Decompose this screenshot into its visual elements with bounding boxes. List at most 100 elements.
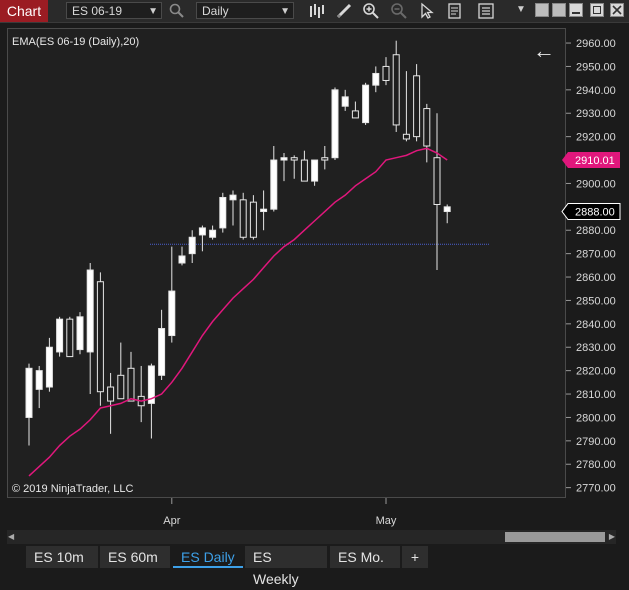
x-tick-label: May xyxy=(376,515,397,527)
candle xyxy=(219,192,227,233)
candle xyxy=(341,89,349,111)
candle xyxy=(413,64,421,142)
candle-body xyxy=(117,374,125,400)
candle xyxy=(127,351,135,402)
tab-es-10m[interactable]: ES 10m xyxy=(26,546,98,568)
candle xyxy=(178,246,186,266)
y-tick-label: 2880.00 xyxy=(576,225,616,237)
candle-body xyxy=(188,236,196,255)
y-tick-label: 2920.00 xyxy=(576,132,616,144)
candle-body xyxy=(168,290,176,337)
tab-es-60m[interactable]: ES 60m xyxy=(100,546,170,568)
candle xyxy=(433,113,441,271)
scrollbar-thumb[interactable] xyxy=(505,532,605,542)
candle-body xyxy=(413,75,421,138)
y-tick-label: 2900.00 xyxy=(576,178,616,190)
y-tick-label: 2950.00 xyxy=(576,61,616,73)
add-tab-button[interactable]: + xyxy=(402,546,428,568)
candle xyxy=(209,225,217,240)
candle-body xyxy=(433,157,441,205)
candle-body xyxy=(321,157,329,161)
price-chart[interactable]: 2960.00 2950.00 2940.00 2930.00 2920.00 2910.… xyxy=(0,0,629,530)
candle-body xyxy=(35,370,43,390)
candle-body xyxy=(443,206,451,213)
candle-body xyxy=(260,208,268,213)
y-tick-label: 2960.00 xyxy=(576,38,616,50)
candle xyxy=(188,230,196,263)
candle-body xyxy=(158,328,166,376)
candle-body xyxy=(209,229,217,238)
y-tick-label: 2810.00 xyxy=(576,389,616,401)
y-tick-label: 2770.00 xyxy=(576,483,616,495)
candle-body xyxy=(107,386,115,402)
chart-tabs: ES 10m ES 60m ES Daily ES Weekly ES Mo. … xyxy=(0,546,629,587)
candle xyxy=(86,263,94,395)
y-tick-label: 2940.00 xyxy=(576,85,616,97)
candle xyxy=(45,337,53,392)
candle xyxy=(25,363,33,446)
candle-body xyxy=(127,367,135,402)
candle xyxy=(311,159,319,186)
candle-body xyxy=(45,346,53,388)
candle-body xyxy=(270,159,278,210)
candle-body xyxy=(178,255,186,264)
candle xyxy=(198,225,206,252)
candle xyxy=(362,82,370,125)
candle-body xyxy=(392,54,400,126)
y-tick-label: 2930.00 xyxy=(576,108,616,120)
candle xyxy=(331,87,339,161)
candle-body xyxy=(382,65,390,81)
candle xyxy=(290,155,298,179)
candle xyxy=(270,146,278,212)
candle-body xyxy=(219,196,227,229)
candle xyxy=(249,195,257,240)
x-tick-label: Apr xyxy=(163,515,180,527)
candle xyxy=(260,190,268,231)
candle-body xyxy=(362,84,370,124)
candle-body xyxy=(290,157,298,161)
candle-body xyxy=(66,318,74,358)
scroll-right-icon[interactable]: ▶ xyxy=(609,532,615,541)
tab-es-mo[interactable]: ES Mo. xyxy=(330,546,400,568)
candle-body xyxy=(239,199,247,238)
candle xyxy=(229,190,237,226)
candle-body xyxy=(76,316,84,351)
candle-body xyxy=(372,72,380,86)
candle xyxy=(351,101,359,119)
candle-body xyxy=(229,194,237,201)
candle xyxy=(168,246,176,343)
candle-body xyxy=(300,159,308,182)
candle-body xyxy=(86,269,94,353)
y-tick-label: 2830.00 xyxy=(576,342,616,354)
candle-body xyxy=(351,110,359,119)
candle xyxy=(158,309,166,380)
candle-body xyxy=(249,201,257,238)
candle-body xyxy=(311,159,319,182)
candle xyxy=(392,40,400,132)
candle xyxy=(96,272,104,406)
candle-body xyxy=(402,133,410,140)
y-tick-label: 2820.00 xyxy=(576,366,616,378)
last-price-label: 2888.00 xyxy=(575,207,615,219)
candle xyxy=(56,316,64,357)
y-tick-label: 2800.00 xyxy=(576,412,616,424)
candle xyxy=(147,363,155,439)
y-tick-label: 2790.00 xyxy=(576,436,616,448)
candle-body xyxy=(331,89,339,159)
horizontal-scrollbar[interactable]: ◀ ▶ xyxy=(7,530,616,544)
tab-es-weekly[interactable]: ES Weekly xyxy=(245,546,327,587)
scroll-left-icon[interactable]: ◀ xyxy=(8,532,14,541)
candle xyxy=(107,372,115,434)
candle xyxy=(372,66,380,93)
candle-body xyxy=(198,227,206,236)
candle xyxy=(402,71,410,142)
y-tick-label: 2840.00 xyxy=(576,319,616,331)
candle-body xyxy=(96,281,104,393)
candle-body xyxy=(280,157,288,161)
y-tick-label: 2780.00 xyxy=(576,459,616,471)
candle xyxy=(423,103,431,163)
tab-es-daily[interactable]: ES Daily xyxy=(173,546,243,568)
candle-body xyxy=(56,318,64,353)
price-axis[interactable] xyxy=(566,29,629,498)
candle xyxy=(280,153,288,182)
